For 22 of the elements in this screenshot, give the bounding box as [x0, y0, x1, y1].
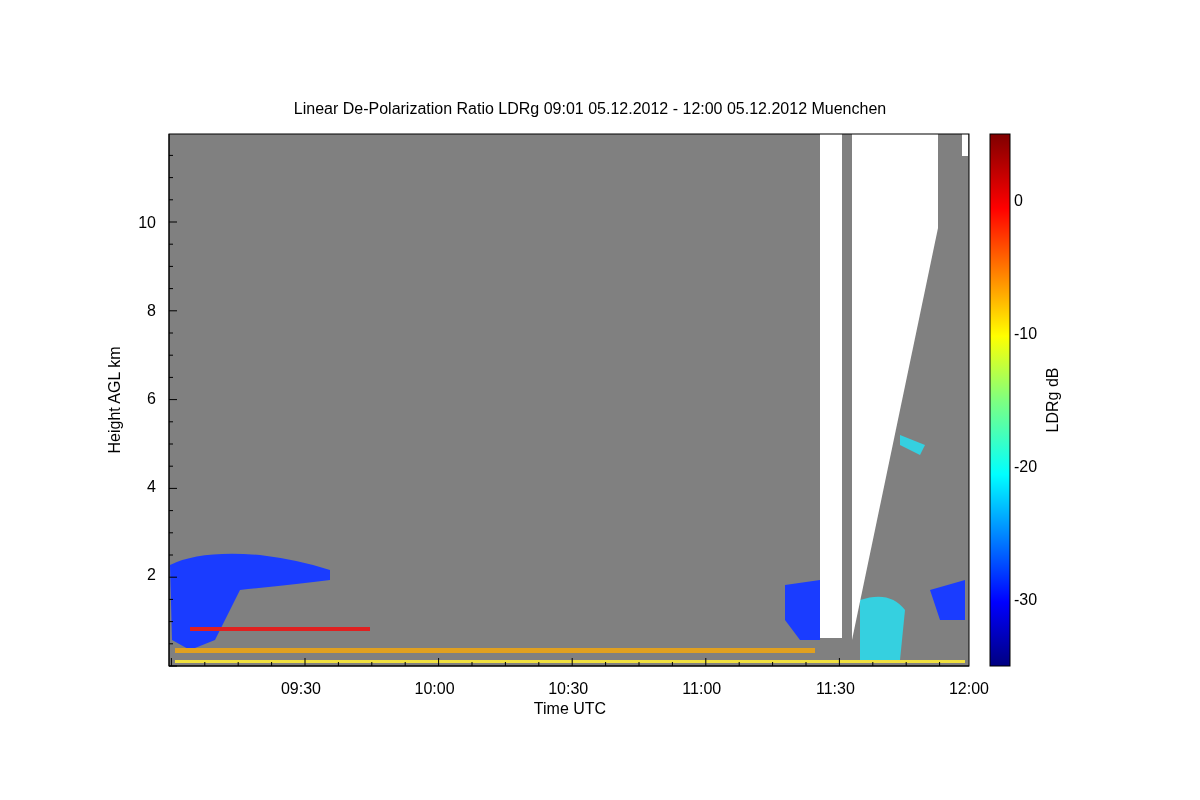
y-tick-label: 4	[147, 478, 156, 495]
x-tick-label: 11:00	[682, 680, 722, 697]
x-tick-label: 09:30	[281, 680, 321, 697]
x-tick-label: 12:00	[949, 680, 989, 697]
x-axis-label: Time UTC	[533, 700, 607, 717]
y-axis-label: Height AGL km	[106, 346, 123, 454]
y-tick-label: 2	[147, 566, 156, 583]
y-tick-label: 6	[147, 390, 156, 407]
colorbar-tick-label: 0	[1014, 192, 1023, 209]
data-patch	[900, 435, 925, 455]
colorbar-tick-label: -30	[1014, 591, 1038, 608]
colorbar-label: LDRg dB	[1044, 367, 1061, 433]
x-tick-label: 10:30	[548, 680, 589, 697]
data-gap	[962, 134, 968, 156]
colorbar-tick-label: -10	[1014, 325, 1038, 342]
x-tick-label: 10:00	[414, 680, 455, 697]
colorbar-tick-label: -20	[1014, 458, 1038, 475]
x-tick-label: 11:30	[815, 680, 855, 697]
chart-title: Linear De-Polarization Ratio LDRg 09:01 05.12.2012 - 12:00 05.12.2012 Muenchen	[293, 100, 887, 117]
y-tick-label: 8	[147, 302, 156, 319]
data-patch	[930, 580, 965, 620]
y-tick-label: 10	[138, 214, 156, 231]
